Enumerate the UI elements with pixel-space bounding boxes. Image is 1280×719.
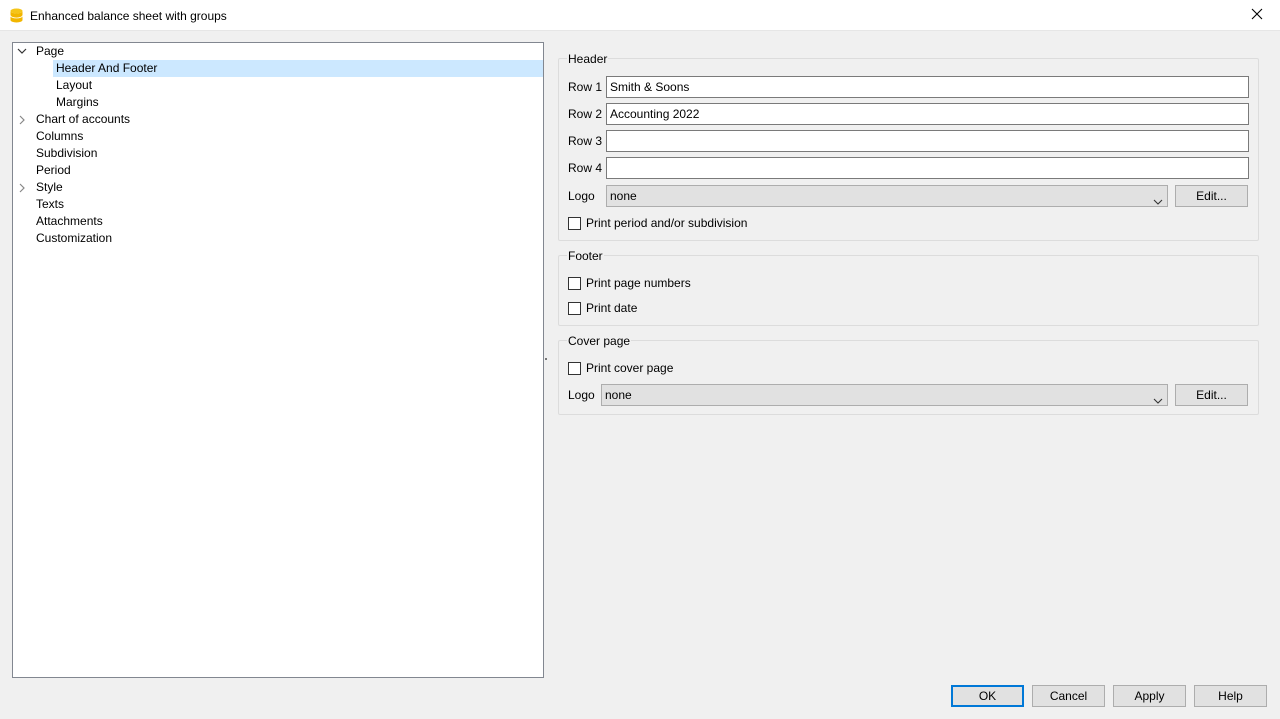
print-page-numbers-checkbox[interactable] bbox=[568, 276, 581, 290]
chevron-right-icon[interactable] bbox=[16, 111, 28, 128]
print-period-checkbox[interactable] bbox=[568, 216, 581, 230]
ok-button[interactable]: OK bbox=[951, 685, 1024, 707]
tree-item-label: Style bbox=[36, 180, 63, 194]
window-title: Enhanced balance sheet with groups bbox=[30, 9, 227, 23]
cover-page-group-title: Cover page bbox=[567, 334, 632, 348]
title-bar: Enhanced balance sheet with groups bbox=[0, 0, 1280, 31]
tree-item-label: Header And Footer bbox=[56, 61, 158, 75]
close-button[interactable] bbox=[1234, 0, 1280, 31]
row2-label: Row 2 bbox=[568, 107, 603, 121]
tree-item-label: Texts bbox=[36, 197, 65, 211]
splitter-handle[interactable] bbox=[545, 358, 547, 360]
print-date-checkbox[interactable] bbox=[568, 301, 581, 315]
tree-item-label: Subdivision bbox=[36, 146, 98, 160]
chevron-down-icon bbox=[1153, 391, 1163, 404]
cover-logo-edit-button[interactable]: Edit... bbox=[1175, 384, 1248, 406]
tree-item[interactable]: Columns bbox=[13, 128, 543, 145]
tree-item[interactable]: Subdivision bbox=[13, 145, 543, 162]
header-logo-edit-button[interactable]: Edit... bbox=[1175, 185, 1248, 207]
print-page-numbers-row[interactable]: Print page numbers bbox=[568, 275, 691, 291]
tree-item[interactable]: Texts bbox=[13, 196, 543, 213]
close-icon bbox=[1251, 8, 1263, 23]
cover-logo-label: Logo bbox=[568, 388, 595, 402]
header-logo-label: Logo bbox=[568, 189, 595, 203]
tree-item[interactable]: Layout bbox=[13, 77, 543, 94]
print-period-label: Print period and/or subdivision bbox=[586, 216, 748, 230]
print-cover-page-row[interactable]: Print cover page bbox=[568, 360, 673, 376]
cover-logo-select[interactable]: none bbox=[601, 384, 1168, 406]
tree-item-label: Layout bbox=[56, 78, 93, 92]
print-date-row[interactable]: Print date bbox=[568, 300, 637, 316]
apply-button[interactable]: Apply bbox=[1113, 685, 1186, 707]
cover-logo-value: none bbox=[605, 388, 632, 402]
chevron-down-icon bbox=[1153, 192, 1163, 205]
row4-input[interactable] bbox=[606, 157, 1249, 179]
tree-item[interactable]: Margins bbox=[13, 94, 543, 111]
row3-label: Row 3 bbox=[568, 134, 603, 148]
tree-item-label: Margins bbox=[56, 95, 99, 109]
settings-tree[interactable]: Page Header And Footer Layout Margins Chart … bbox=[12, 42, 544, 678]
tree-item-label: Customization bbox=[36, 231, 113, 245]
tree-item[interactable]: Period bbox=[13, 162, 543, 179]
print-date-label: Print date bbox=[586, 301, 638, 315]
footer-group-title: Footer bbox=[567, 249, 604, 263]
database-icon bbox=[10, 8, 23, 23]
print-cover-page-checkbox[interactable] bbox=[568, 361, 581, 375]
tree-item-label: Page bbox=[36, 44, 65, 58]
tree-item-label: Attachments bbox=[36, 214, 103, 228]
tree-item[interactable]: Attachments bbox=[13, 213, 543, 230]
tree-item[interactable]: Style bbox=[13, 179, 543, 196]
tree-item[interactable]: Header And Footer bbox=[53, 60, 543, 77]
print-page-numbers-label: Print page numbers bbox=[586, 276, 691, 290]
help-button[interactable]: Help bbox=[1194, 685, 1267, 707]
print-period-checkbox-row[interactable]: Print period and/or subdivision bbox=[568, 215, 747, 231]
header-logo-value: none bbox=[610, 189, 637, 203]
chevron-down-icon[interactable] bbox=[16, 43, 28, 60]
tree-item[interactable]: Page bbox=[13, 43, 543, 60]
row1-label: Row 1 bbox=[568, 80, 603, 94]
tree-item[interactable]: Chart of accounts bbox=[13, 111, 543, 128]
cancel-button[interactable]: Cancel bbox=[1032, 685, 1105, 707]
tree-item-label: Period bbox=[36, 163, 71, 177]
row4-label: Row 4 bbox=[568, 161, 603, 175]
header-logo-select[interactable]: none bbox=[606, 185, 1168, 207]
tree-item-label: Columns bbox=[36, 129, 84, 143]
row1-input[interactable]: Smith & Soons bbox=[606, 76, 1249, 98]
chevron-right-icon[interactable] bbox=[16, 179, 28, 196]
row3-input[interactable] bbox=[606, 130, 1249, 152]
print-cover-page-label: Print cover page bbox=[586, 361, 674, 375]
tree-item[interactable]: Customization bbox=[13, 230, 543, 247]
tree-item-label: Chart of accounts bbox=[36, 112, 131, 126]
row2-input[interactable]: Accounting 2022 bbox=[606, 103, 1249, 125]
header-group-title: Header bbox=[567, 52, 609, 66]
